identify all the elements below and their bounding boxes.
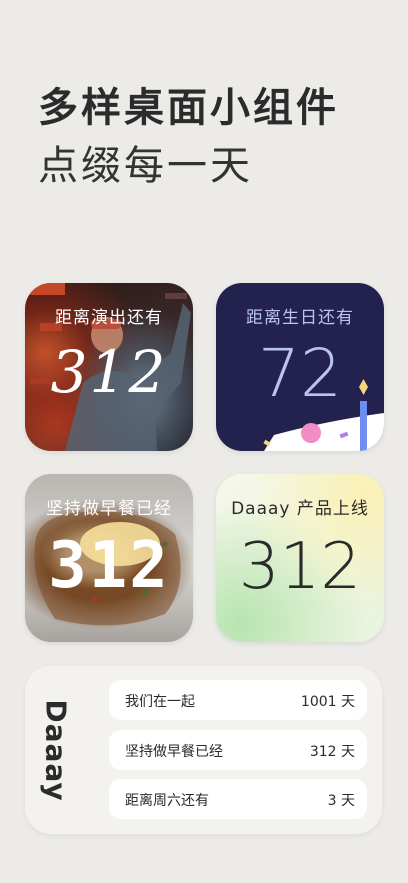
- list-item-label: 我们在一起: [125, 694, 195, 710]
- list-item[interactable]: 我们在一起 1001 天: [109, 680, 367, 720]
- headline: 多样桌面小组件 点缀每一天: [38, 84, 339, 190]
- widget-count: 312: [48, 529, 170, 603]
- widget-product-launch[interactable]: Daaay 产品上线 312: [216, 474, 384, 642]
- widget-title: 距离演出还有: [55, 308, 163, 328]
- widget-breakfast-streak[interactable]: 坚持做早餐已经 312: [25, 474, 193, 642]
- widget-concert-countdown[interactable]: 距离演出还有 312: [25, 283, 193, 451]
- widget-birthday-countdown[interactable]: 距离生日还有 72: [216, 283, 384, 451]
- list-item-value: 312 天: [309, 744, 355, 760]
- list-item[interactable]: 距离周六还有 3 天: [109, 779, 367, 819]
- birthday-decoration-icon: [263, 379, 384, 451]
- widget-title: 坚持做早餐已经: [46, 499, 172, 519]
- list-item-value: 1001 天: [300, 694, 355, 710]
- list-item-label: 距离周六还有: [125, 793, 209, 809]
- list-item[interactable]: 坚持做早餐已经 312 天: [109, 730, 367, 770]
- widget-count: 312: [238, 530, 362, 604]
- widget-title: Daaay 产品上线: [231, 499, 369, 519]
- headline-title: 多样桌面小组件: [38, 85, 339, 131]
- widget-count: 312: [50, 338, 168, 406]
- brand-logo: Daaay: [39, 694, 73, 806]
- list-widget[interactable]: Daaay 我们在一起 1001 天 坚持做早餐已经 312 天 距离周六还有 …: [25, 666, 382, 834]
- list-item-value: 3 天: [327, 793, 355, 809]
- headline-subtitle: 点缀每一天: [38, 143, 253, 189]
- list-item-label: 坚持做早餐已经: [125, 744, 223, 760]
- brand-name: Daaay: [39, 698, 73, 802]
